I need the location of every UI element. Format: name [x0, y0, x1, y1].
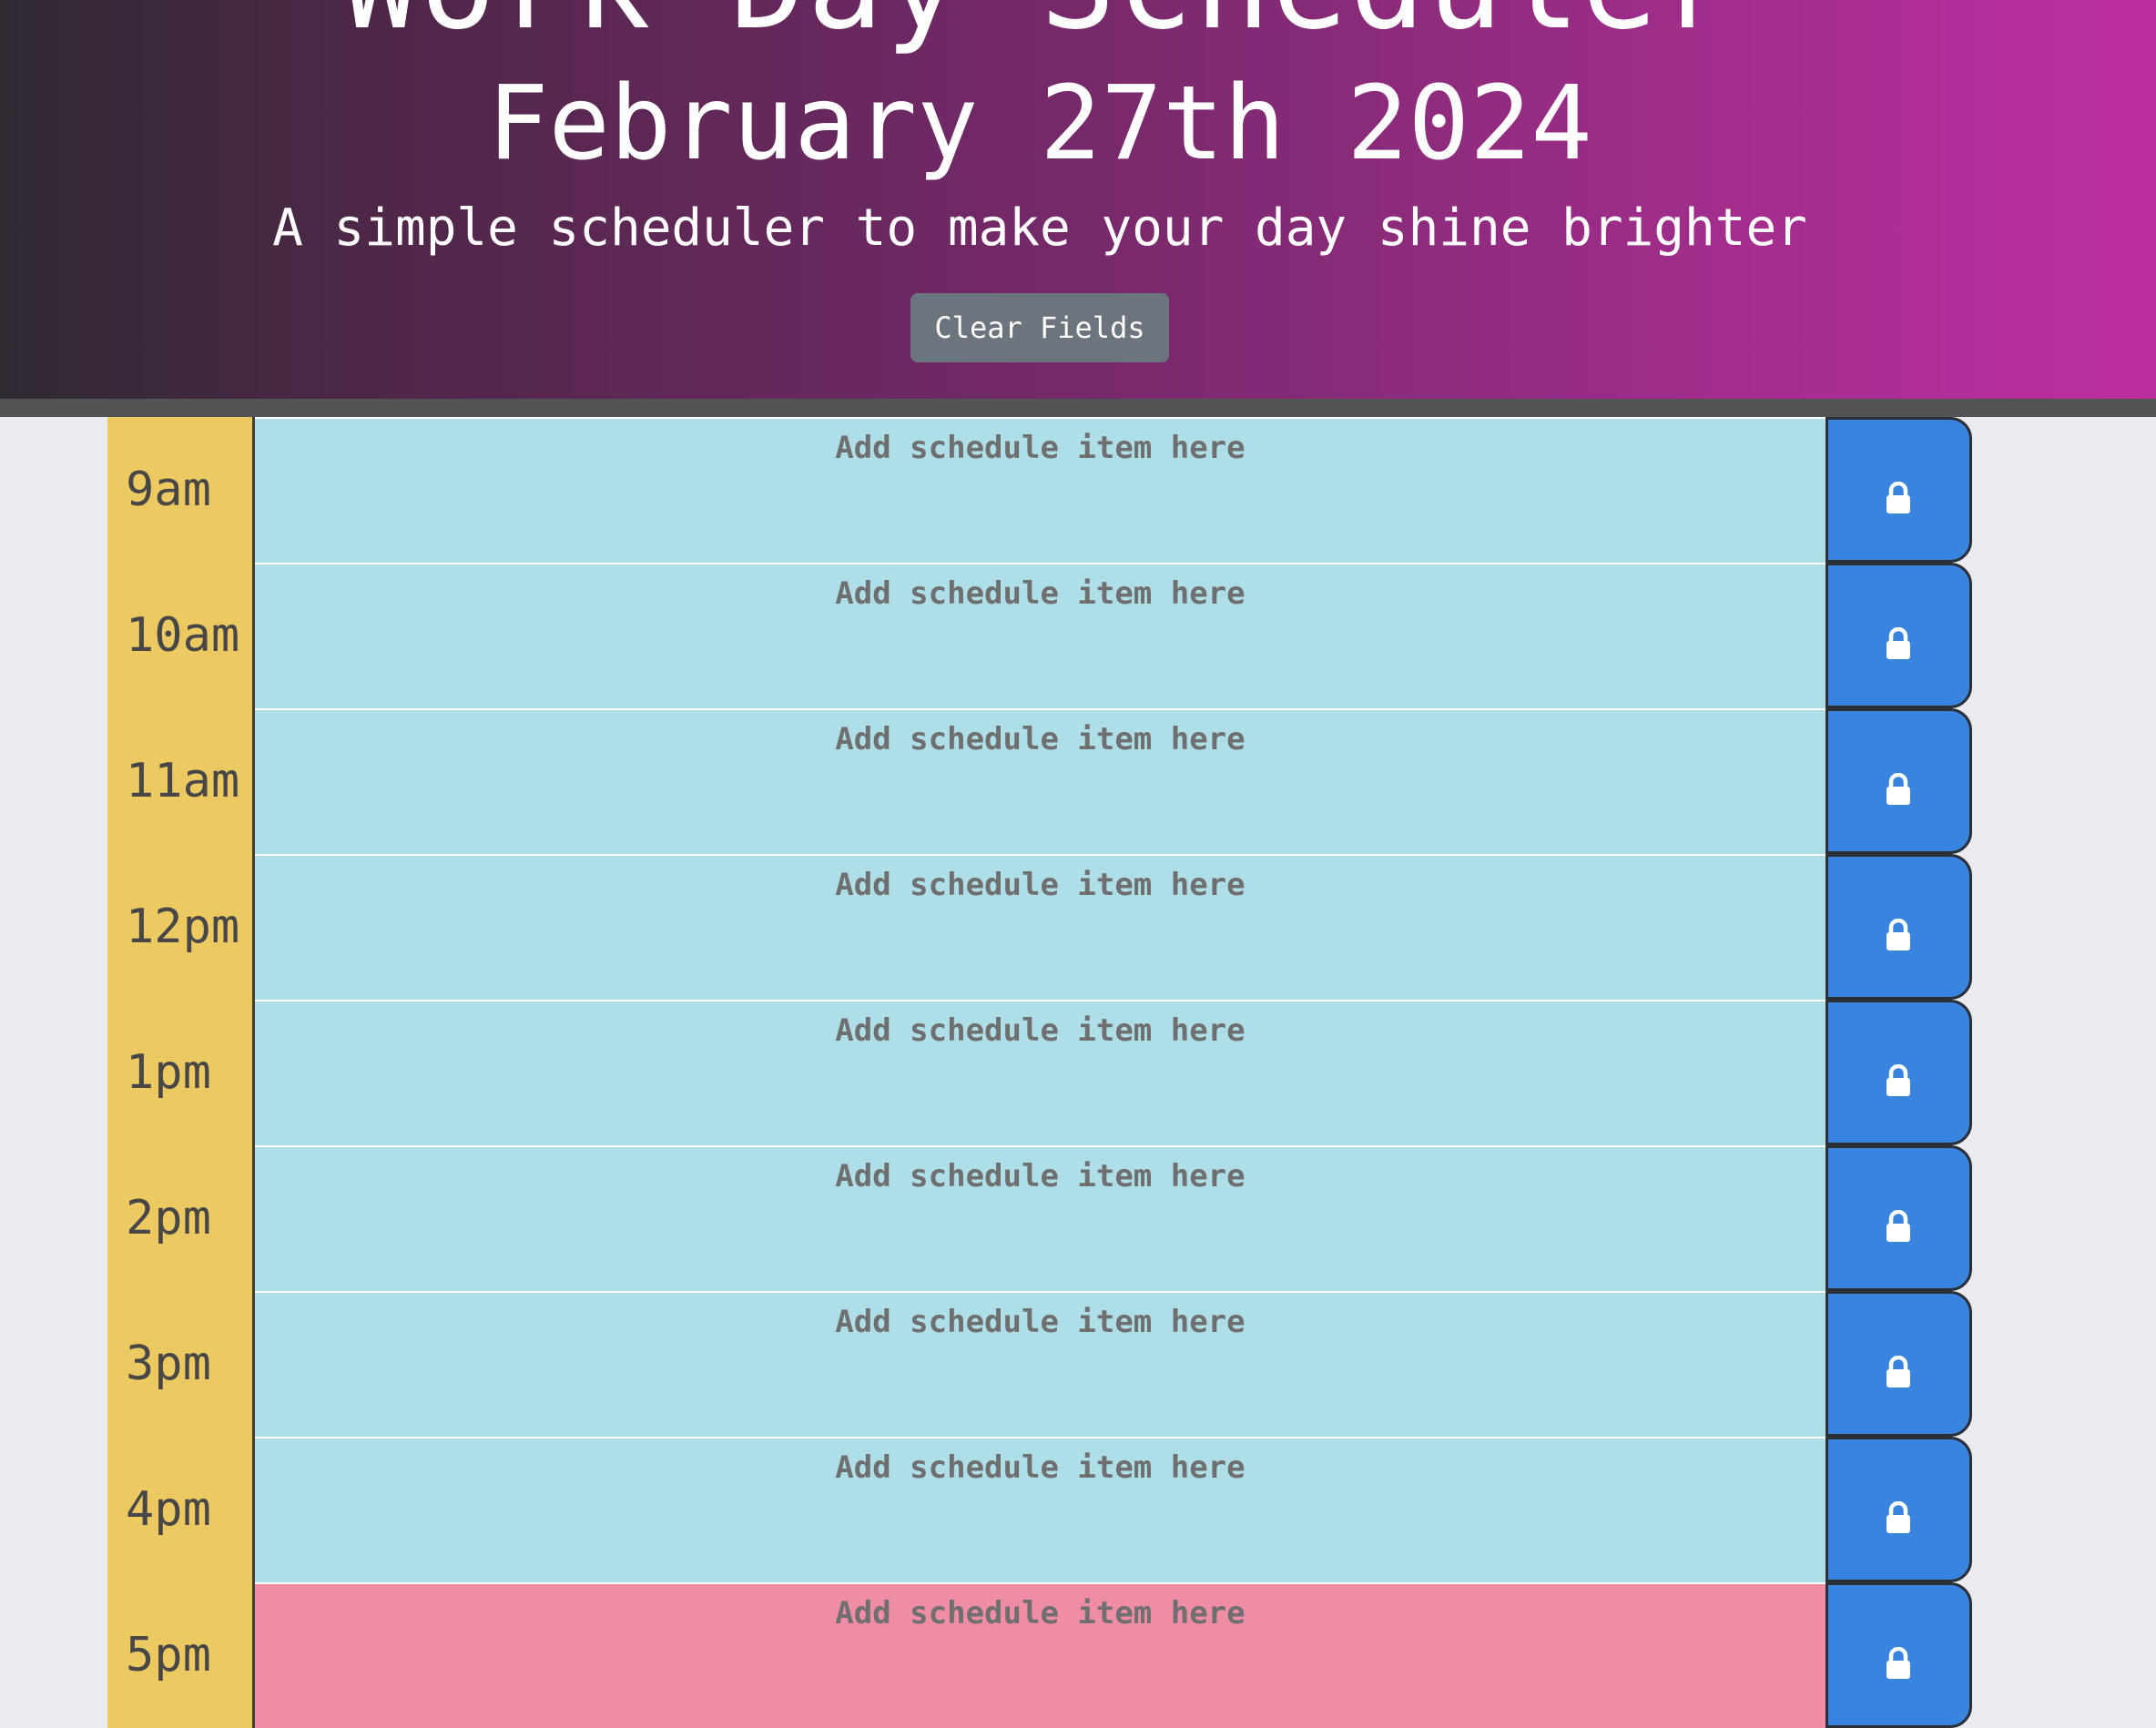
time-block-row: 1pm — [107, 1000, 1972, 1145]
schedule-item-input[interactable] — [255, 1291, 1825, 1437]
page-title: Work Day Scheduler — [0, 0, 2080, 53]
lock-icon — [1886, 1064, 1911, 1096]
save-button[interactable] — [1825, 708, 1972, 854]
time-block-row: 10am — [107, 563, 1972, 708]
time-block-row: 3pm — [107, 1291, 1972, 1437]
lock-icon — [1886, 1647, 1911, 1679]
lock-icon — [1886, 482, 1911, 513]
save-button[interactable] — [1825, 1291, 1972, 1437]
schedule-item-input[interactable] — [255, 1145, 1825, 1291]
save-button[interactable] — [1825, 417, 1972, 563]
hour-label: 2pm — [107, 1145, 256, 1291]
clear-fields-button[interactable]: Clear Fields — [910, 293, 1169, 362]
header-jumbotron: Work Day Scheduler February 27th 2024 A … — [0, 0, 2156, 417]
current-date: February 27th 2024 — [487, 65, 1592, 183]
save-button[interactable] — [1825, 1000, 1972, 1145]
lock-icon — [1886, 627, 1911, 659]
save-button[interactable] — [1825, 1582, 1972, 1728]
schedule-item-input[interactable] — [255, 1000, 1825, 1145]
time-block-row: 11am — [107, 708, 1972, 854]
schedule-item-input[interactable] — [255, 563, 1825, 708]
hour-label: 11am — [107, 708, 256, 854]
hour-label: 1pm — [107, 1000, 256, 1145]
schedule-item-input[interactable] — [255, 854, 1825, 1000]
save-button[interactable] — [1825, 563, 1972, 708]
schedule-item-input[interactable] — [255, 708, 1825, 854]
hour-label: 4pm — [107, 1437, 256, 1582]
save-button[interactable] — [1825, 854, 1972, 1000]
save-button[interactable] — [1825, 1145, 1972, 1291]
hour-label: 5pm — [107, 1582, 256, 1728]
lock-icon — [1886, 773, 1911, 805]
time-block-row: 9am — [107, 417, 1972, 563]
schedule-item-input[interactable] — [255, 417, 1825, 563]
time-block-row: 2pm — [107, 1145, 1972, 1291]
save-button[interactable] — [1825, 1437, 1972, 1582]
page-subtitle: A simple scheduler to make your day shin… — [272, 198, 1807, 258]
hour-label: 12pm — [107, 854, 256, 1000]
schedule-list: 9am10am11am12pm1pm2pm3pm4pm5pm — [107, 417, 1972, 1728]
hour-label: 3pm — [107, 1291, 256, 1437]
hour-label: 10am — [107, 563, 256, 708]
lock-icon — [1886, 1210, 1911, 1242]
lock-icon — [1886, 919, 1911, 950]
hour-label: 9am — [107, 417, 256, 563]
lock-icon — [1886, 1356, 1911, 1387]
schedule-item-input[interactable] — [255, 1582, 1825, 1728]
schedule-item-input[interactable] — [255, 1437, 1825, 1582]
time-block-row: 5pm — [107, 1582, 1972, 1728]
time-block-row: 12pm — [107, 854, 1972, 1000]
time-block-row: 4pm — [107, 1437, 1972, 1582]
lock-icon — [1886, 1501, 1911, 1533]
